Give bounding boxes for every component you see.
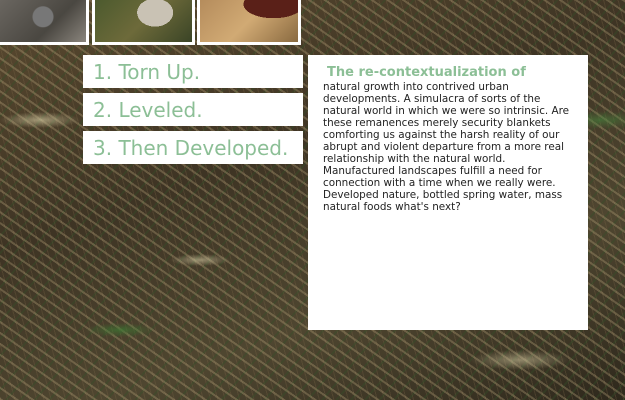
step-leveled[interactable]: 2. Leveled. <box>83 93 303 126</box>
thumbnail-2[interactable] <box>92 0 195 45</box>
article-panel: The re-contextualization of natural grow… <box>308 55 588 330</box>
step-torn-up[interactable]: 1. Torn Up. <box>83 55 303 88</box>
steps-list: 1. Torn Up. 2. Leveled. 3. Then Develope… <box>83 55 303 169</box>
article-body: natural growth into contrived urban deve… <box>323 81 570 213</box>
thumbnail-1[interactable] <box>0 0 89 45</box>
article-title: The re-contextualization of <box>327 65 526 80</box>
thumbnail-3[interactable] <box>197 0 301 45</box>
step-developed[interactable]: 3. Then Developed. <box>83 131 303 164</box>
